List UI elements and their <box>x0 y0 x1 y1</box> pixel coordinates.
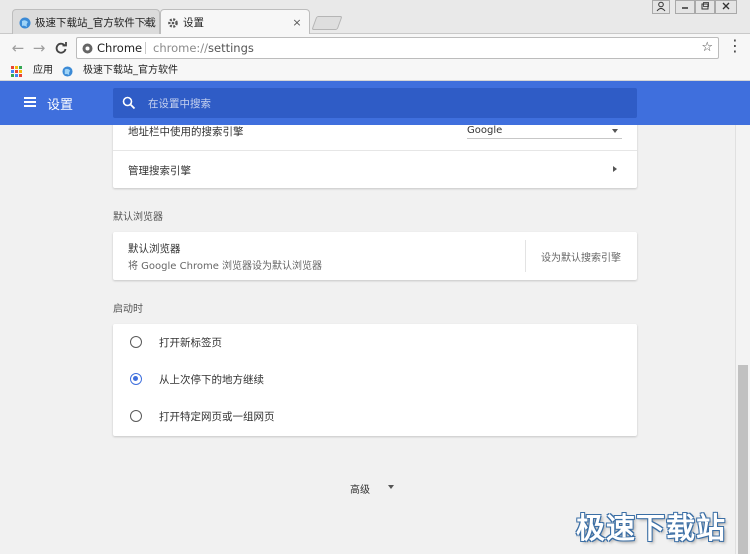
bookmarks-bar: 应用 极速下载站_官方软件 <box>0 62 750 81</box>
close-tab-icon[interactable]: × <box>291 10 303 35</box>
radio-button-checked[interactable] <box>130 373 142 385</box>
radio-label: 打开新标签页 <box>159 337 222 349</box>
search-engine-select[interactable]: Google <box>467 125 622 139</box>
tab-title: 设置 <box>183 17 204 29</box>
reload-icon[interactable] <box>51 38 71 58</box>
startup-option-new-tab[interactable]: 打开新标签页 <box>113 324 637 360</box>
settings-content: 地址栏中使用的搜索引擎 Google 管理搜索引擎 默认浏览器 默认浏览器 将 … <box>0 125 735 554</box>
search-icon <box>122 96 136 110</box>
separator <box>145 42 146 54</box>
radio-label: 打开特定网页或一组网页 <box>159 411 275 423</box>
default-browser-card: 默认浏览器 将 Google Chrome 浏览器设为默认浏览器 设为默认搜索引… <box>113 232 637 280</box>
address-bar[interactable]: Chrome chrome://settings ☆ <box>76 37 719 59</box>
chrome-label: Chrome <box>97 41 143 55</box>
scrollbar[interactable] <box>735 125 750 554</box>
default-browser-subtitle: 将 Google Chrome 浏览器设为默认浏览器 <box>128 261 323 272</box>
url-text: chrome://settings <box>153 41 254 55</box>
close-window-button[interactable] <box>715 0 737 14</box>
minimize-button[interactable] <box>675 0 695 14</box>
title-bar: 极速下载站_官方软件下载 × 设置 × <box>0 0 750 35</box>
bookmark-star-icon[interactable]: ☆ <box>701 38 713 58</box>
browser-toolbar: ← → Chrome chrome://settings ☆ <box>0 34 750 62</box>
apps-grid-icon <box>11 66 22 77</box>
menu-hamburger-icon[interactable] <box>24 97 36 107</box>
startup-option-continue[interactable]: 从上次停下的地方继续 <box>113 360 637 397</box>
manage-search-engines-row[interactable]: 管理搜索引擎 <box>113 151 637 188</box>
radio-button[interactable] <box>130 336 142 348</box>
default-browser-title: 默认浏览器 <box>128 243 181 255</box>
selected-engine: Google <box>467 125 503 136</box>
gear-icon <box>168 18 178 28</box>
radio-button[interactable] <box>130 410 142 422</box>
on-startup-card: 打开新标签页 从上次停下的地方继续 打开特定网页或一组网页 <box>113 324 637 436</box>
globe-icon <box>19 17 31 29</box>
settings-header: 设置 在设置中搜索 <box>0 81 750 125</box>
page-title: 设置 <box>47 98 74 113</box>
scrollbar-thumb[interactable] <box>738 365 748 554</box>
restore-button[interactable] <box>695 0 715 14</box>
section-title-on-startup: 启动时 <box>113 304 143 315</box>
chrome-logo-icon <box>82 43 93 54</box>
address-bar-engine-label: 地址栏中使用的搜索引擎 <box>128 126 244 138</box>
close-tab-icon[interactable]: × <box>141 10 153 35</box>
forward-arrow-icon[interactable]: → <box>29 38 49 58</box>
tab-settings[interactable]: 设置 × <box>160 9 310 35</box>
globe-icon <box>62 66 73 77</box>
divider <box>525 240 526 272</box>
bookmark-apps[interactable]: 应用 <box>33 62 53 80</box>
chevron-right-icon <box>613 166 617 172</box>
chrome-menu-icon[interactable]: ⋮ <box>727 37 743 59</box>
section-title-default-browser: 默认浏览器 <box>113 212 163 223</box>
dropdown-caret-icon <box>612 129 618 133</box>
chevron-down-icon[interactable] <box>388 485 394 489</box>
radio-label: 从上次停下的地方继续 <box>159 374 264 386</box>
bookmark-jisu-download[interactable]: 极速下载站_官方软件 <box>83 62 178 80</box>
watermark-logo: 极速下载站 <box>576 511 727 545</box>
settings-search-input[interactable]: 在设置中搜索 <box>113 88 637 118</box>
manage-search-engines-label: 管理搜索引擎 <box>128 165 191 177</box>
new-tab-button[interactable] <box>311 16 343 30</box>
startup-option-specific-pages[interactable]: 打开特定网页或一组网页 <box>113 397 637 434</box>
search-placeholder: 在设置中搜索 <box>148 98 211 110</box>
user-icon[interactable] <box>652 0 670 14</box>
advanced-toggle[interactable]: 高级 <box>350 481 370 496</box>
search-engine-card: 地址栏中使用的搜索引擎 Google 管理搜索引擎 <box>113 125 637 188</box>
tab-jisu-download[interactable]: 极速下载站_官方软件下载 × <box>12 9 160 35</box>
make-default-button[interactable]: 设为默认搜索引擎 <box>541 249 621 264</box>
back-arrow-icon[interactable]: ← <box>8 38 28 58</box>
tab-title: 极速下载站_官方软件下载 <box>35 17 156 29</box>
